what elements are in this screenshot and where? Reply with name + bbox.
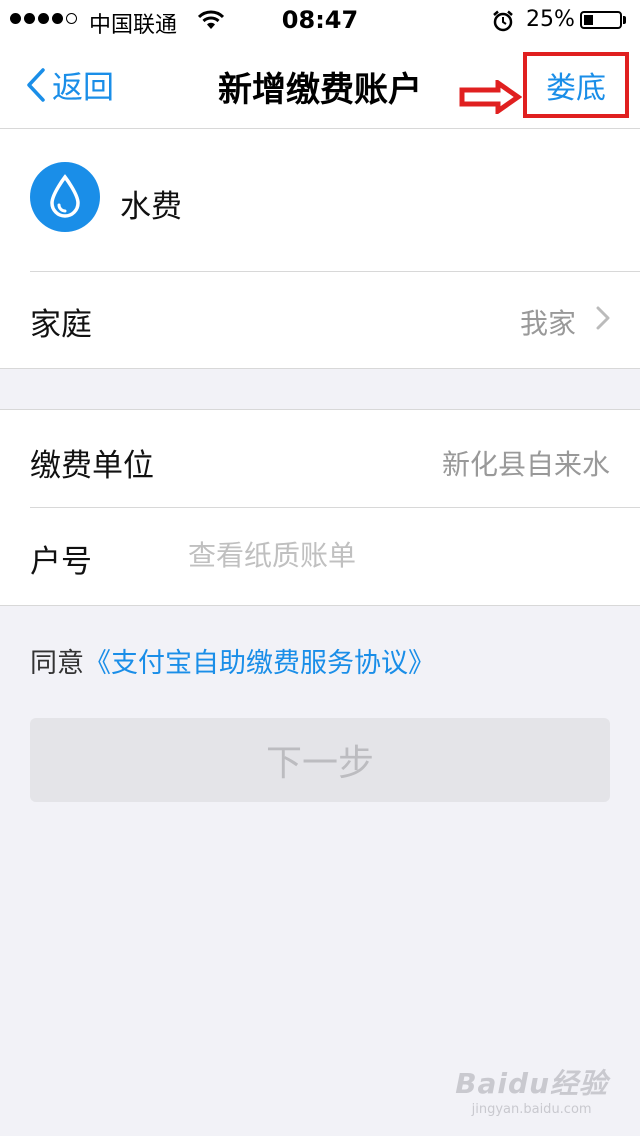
account-form-section: 缴费单位 新化县自来水 户号 <box>0 409 640 606</box>
agreement-text: 同意《支付宝自助缴费服务协议》 <box>30 641 435 680</box>
agreement-prefix: 同意 <box>30 648 84 679</box>
account-number-label: 户号 <box>30 544 92 580</box>
agreement-link[interactable]: 《支付宝自助缴费服务协议》 <box>84 648 435 679</box>
battery-percent: 25% <box>526 7 575 32</box>
family-label: 家庭 <box>30 307 92 343</box>
payment-unit-label: 缴费单位 <box>30 448 154 484</box>
bill-info-section: 水费 家庭 我家 <box>0 129 640 369</box>
status-bar: 中国联通 08:47 25% <box>0 0 640 40</box>
watermark: Baidu经验 jingyan.baidu.com <box>455 1062 608 1117</box>
next-step-label: 下一步 <box>265 743 374 784</box>
alarm-icon <box>492 10 514 38</box>
next-step-button[interactable]: 下一步 <box>30 718 610 802</box>
water-drop-icon <box>30 162 100 232</box>
city-label: 娄底 <box>546 71 606 106</box>
account-number-row: 户号 <box>0 508 640 605</box>
navigation-bar: 返回 新增缴费账户 娄底 <box>0 40 640 129</box>
account-number-input[interactable] <box>188 530 608 580</box>
payment-unit-value: 新化县自来水 <box>441 448 610 481</box>
battery-cap <box>623 16 626 24</box>
payment-unit-row[interactable]: 缴费单位 新化县自来水 <box>0 410 640 507</box>
arrow-right-icon <box>458 78 523 118</box>
family-value: 我家 <box>519 307 576 340</box>
chevron-right-icon <box>596 306 610 334</box>
family-row[interactable]: 家庭 我家 <box>0 272 640 368</box>
battery-icon <box>580 11 622 29</box>
bill-type-label: 水费 <box>120 189 182 225</box>
watermark-logo: Baidu经验 <box>455 1067 608 1100</box>
city-selector[interactable]: 娄底 <box>523 52 629 118</box>
bill-type-row: 水费 <box>0 129 640 271</box>
watermark-url: jingyan.baidu.com <box>471 1102 592 1117</box>
